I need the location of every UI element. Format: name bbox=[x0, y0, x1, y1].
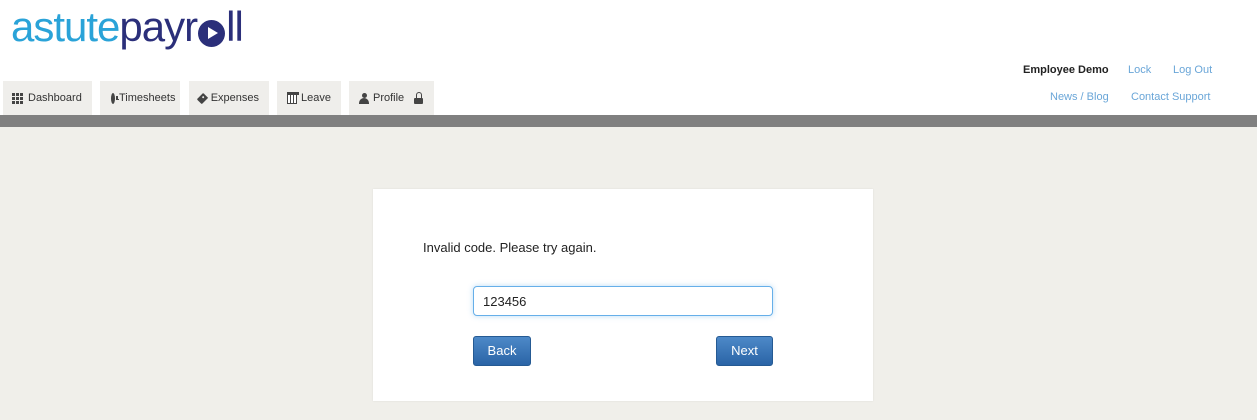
header-divider-bar bbox=[0, 115, 1257, 127]
clock-icon bbox=[111, 92, 119, 104]
logo-text-ll: ll bbox=[226, 3, 244, 50]
verification-code-input[interactable] bbox=[473, 286, 773, 316]
logo-text-astute: astute bbox=[11, 3, 120, 50]
logo-text-payr: payr bbox=[119, 3, 198, 50]
contact-support-link[interactable]: Contact Support bbox=[1131, 91, 1211, 103]
verification-card: Invalid code. Please try again. Back Nex… bbox=[373, 189, 873, 401]
tab-profile-label: Profile bbox=[373, 92, 405, 104]
tab-timesheets[interactable]: Timesheets bbox=[100, 81, 180, 115]
logout-link[interactable]: Log Out bbox=[1173, 64, 1212, 76]
user-icon bbox=[359, 92, 369, 104]
calendar-icon bbox=[286, 91, 299, 104]
main-nav: Dashboard Timesheets Expenses Leave Prof… bbox=[3, 81, 442, 115]
user-links: Employee Demo Lock Log Out News / Blog C… bbox=[997, 62, 1257, 112]
back-button[interactable]: Back bbox=[473, 336, 531, 366]
news-blog-link[interactable]: News / Blog bbox=[1050, 91, 1109, 103]
tab-expenses[interactable]: Expenses bbox=[189, 81, 269, 115]
tab-timesheets-label: Timesheets bbox=[119, 92, 176, 104]
tab-leave[interactable]: Leave bbox=[277, 81, 341, 115]
header: astute payr ll Dashboard Timesheets Expens… bbox=[0, 0, 1257, 115]
tab-profile[interactable]: Profile bbox=[349, 81, 434, 115]
tab-dashboard[interactable]: Dashboard bbox=[3, 81, 92, 115]
lock-icon bbox=[414, 91, 424, 104]
tab-leave-label: Leave bbox=[301, 92, 331, 104]
error-message: Invalid code. Please try again. bbox=[423, 240, 597, 255]
astutepayroll-logo[interactable]: astute payr ll bbox=[11, 3, 244, 51]
user-name: Employee Demo bbox=[1023, 64, 1109, 76]
grid-icon bbox=[12, 92, 23, 104]
play-icon bbox=[198, 19, 226, 47]
lock-link[interactable]: Lock bbox=[1128, 64, 1151, 76]
next-button[interactable]: Next bbox=[716, 336, 773, 366]
tag-icon bbox=[196, 92, 208, 104]
tab-dashboard-label: Dashboard bbox=[28, 92, 82, 104]
tab-expenses-label: Expenses bbox=[210, 92, 259, 104]
